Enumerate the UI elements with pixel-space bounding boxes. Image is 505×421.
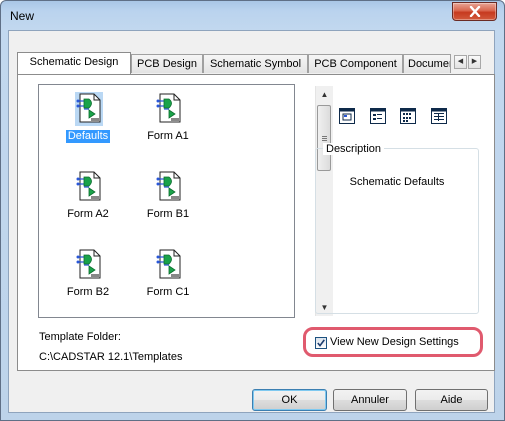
small-icons-view-button[interactable] — [367, 105, 389, 127]
schematic-template-icon — [156, 249, 181, 279]
scroll-up-button[interactable]: ▲ — [316, 86, 333, 103]
template-item-form-c1[interactable]: Form C1 — [138, 248, 198, 306]
large-icons-view-icon — [339, 108, 355, 124]
tab-documentation[interactable]: Documen — [403, 54, 451, 73]
template-item-form-b2[interactable]: Form B2 — [58, 248, 118, 306]
schematic-template-icon — [76, 249, 101, 279]
schematic-template-icon — [75, 92, 103, 126]
template-item-form-a2[interactable]: Form A2 — [58, 170, 118, 228]
list-view-icon — [400, 108, 416, 124]
details-view-button[interactable] — [428, 105, 450, 127]
tab-schematic-symbol[interactable]: Schematic Symbol — [203, 54, 308, 73]
large-icons-view-button[interactable] — [336, 105, 358, 127]
schematic-template-icon — [156, 93, 181, 123]
description-text: Schematic Defaults — [349, 176, 445, 188]
template-item-form-a1[interactable]: Form A1 — [138, 92, 198, 150]
tab-label: Schematic Symbol — [209, 58, 302, 70]
close-icon — [469, 6, 481, 17]
view-settings-checkbox[interactable] — [315, 337, 327, 349]
template-folder-label: Template Folder: — [39, 331, 121, 343]
arrow-left-icon: ◀ — [457, 58, 464, 65]
tab-label: Documen — [408, 58, 451, 70]
template-label: Form A2 — [67, 208, 109, 220]
template-item-form-b1[interactable]: Form B1 — [138, 170, 198, 228]
tab-label: PCB Design — [137, 58, 197, 70]
tab-pcb-design[interactable]: PCB Design — [131, 54, 203, 73]
checkmark-icon — [317, 339, 325, 347]
ok-button[interactable]: OK — [252, 389, 327, 411]
close-button[interactable] — [452, 2, 497, 21]
template-label: Form B1 — [146, 208, 190, 220]
description-group — [315, 148, 479, 314]
help-button[interactable]: Aide — [415, 389, 488, 411]
list-view-button[interactable] — [397, 105, 419, 127]
title-bar[interactable]: New — [1, 1, 504, 31]
tab-scroll-left-button[interactable]: ◀ — [454, 55, 467, 69]
template-label: Form C1 — [146, 286, 190, 298]
tab-label: Schematic Design — [29, 56, 119, 68]
window-title: New — [10, 9, 35, 23]
cancel-button[interactable]: Annuler — [333, 389, 407, 411]
tab-scroll-right-button[interactable]: ▶ — [468, 55, 481, 69]
schematic-template-icon — [76, 171, 101, 201]
description-title: Description — [323, 143, 385, 155]
schematic-template-icon — [156, 171, 181, 201]
template-list[interactable]: Defaults Form A1 Form A2 Form B1 Form B2… — [38, 84, 333, 318]
template-label: Form A1 — [147, 130, 189, 142]
tab-label: PCB Component — [314, 58, 397, 70]
template-item-defaults[interactable]: Defaults — [58, 92, 118, 150]
template-folder-path: C:\CADSTAR 12.1\Templates — [39, 351, 183, 363]
details-view-icon — [431, 108, 447, 124]
view-settings-label: View New Design Settings — [330, 336, 459, 348]
tab-pcb-component[interactable]: PCB Component — [308, 54, 403, 73]
tab-schematic-design[interactable]: Schematic Design — [17, 52, 131, 74]
arrow-right-icon: ▶ — [471, 58, 478, 65]
small-icons-view-icon — [370, 108, 386, 124]
template-label: Defaults — [66, 130, 110, 143]
template-label: Form B2 — [66, 286, 110, 298]
arrow-up-icon: ▲ — [320, 90, 329, 99]
